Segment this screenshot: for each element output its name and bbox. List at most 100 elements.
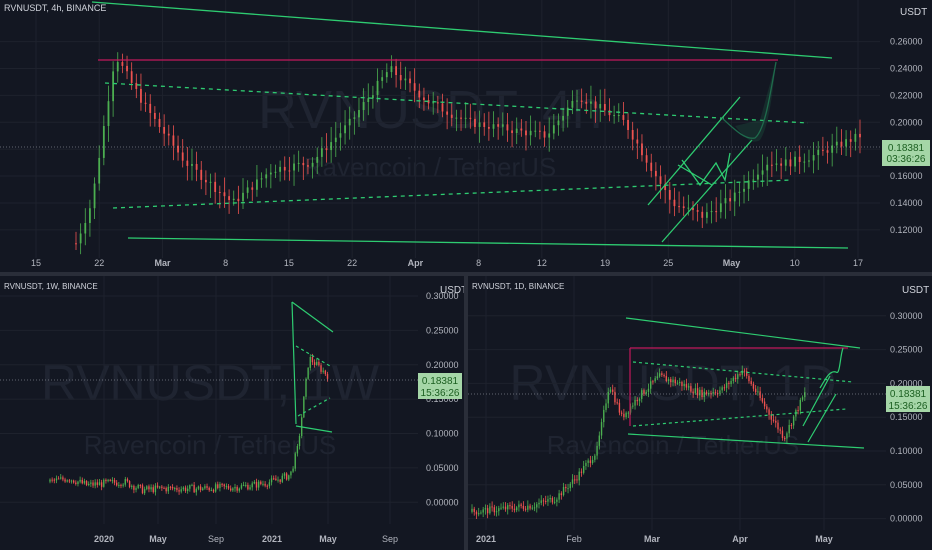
candle-body xyxy=(103,479,105,487)
candle-body xyxy=(627,412,630,414)
candle-body xyxy=(486,508,489,514)
candle-body xyxy=(687,207,690,209)
candle-body xyxy=(524,508,527,510)
svg-text:0.18381: 0.18381 xyxy=(422,376,459,387)
candle-body xyxy=(616,402,618,404)
candle-body xyxy=(673,199,676,207)
candle-body xyxy=(553,501,556,503)
candle-body xyxy=(232,198,235,201)
candle-body xyxy=(251,187,254,190)
chart-1d-svg[interactable]: RVNUSDT, 1D Ravencoin / TetherUS 0.30000… xyxy=(468,276,932,550)
svg-text:03:36:26: 03:36:26 xyxy=(887,154,926,165)
candle-body xyxy=(204,179,207,183)
candle-body xyxy=(681,382,683,387)
candle-body xyxy=(130,71,133,83)
candle-body xyxy=(137,485,139,489)
x-tick-label: Mar xyxy=(154,258,171,268)
x-tick-label: 8 xyxy=(223,258,228,268)
candle-body xyxy=(513,508,516,511)
candle-body xyxy=(567,488,569,490)
candle-body xyxy=(783,438,786,440)
candle-body xyxy=(511,505,513,509)
y-tick-label: 0.22000 xyxy=(890,90,923,100)
candle-body xyxy=(840,141,843,147)
candle-body xyxy=(141,485,144,494)
candle-body xyxy=(571,479,574,484)
candle-body xyxy=(625,412,627,418)
candle-body xyxy=(159,486,161,488)
candle-body xyxy=(594,455,596,460)
candle-body xyxy=(325,148,328,151)
x-tick-label: May xyxy=(815,534,833,544)
trendline-upper[interactable] xyxy=(625,317,861,349)
y-tick-label: 0.12000 xyxy=(890,225,923,235)
svg-text:15:36:26: 15:36:26 xyxy=(421,388,460,399)
x-tick-label: Sep xyxy=(382,534,398,544)
candle-body xyxy=(507,505,509,510)
candle-body xyxy=(178,490,180,492)
candle-body xyxy=(730,380,732,385)
trendline-lower[interactable] xyxy=(127,237,849,249)
candle-body xyxy=(274,171,277,173)
candle-body xyxy=(260,481,262,485)
candle-body xyxy=(641,143,643,156)
watermark-symbol: RVNUSDT, 4h xyxy=(258,80,602,140)
candle-body xyxy=(202,488,204,491)
candle-body xyxy=(547,499,549,502)
candle-body xyxy=(313,362,316,365)
candle-body xyxy=(223,192,226,197)
candle-body xyxy=(634,399,636,406)
candle-body xyxy=(236,487,238,491)
channel-upper[interactable] xyxy=(647,96,741,206)
chart-panel-4h[interactable]: RVNUSDT, 4h Ravencoin / TetherUS 0.26000… xyxy=(0,0,932,272)
chart-1w-svg[interactable]: RVNUSDT, 1W Ravencoin / TetherUS 0.30000… xyxy=(0,276,464,550)
candle-body xyxy=(799,399,802,411)
candle-body xyxy=(515,507,518,511)
flag-top[interactable] xyxy=(291,301,334,333)
candle-body xyxy=(627,119,629,131)
trendline-upper[interactable] xyxy=(91,1,833,59)
candle-body xyxy=(290,471,292,476)
candle-body xyxy=(678,206,680,208)
candle-body xyxy=(766,164,769,171)
candle-body xyxy=(696,388,699,396)
candle-body xyxy=(242,192,244,202)
candle-body xyxy=(143,489,146,494)
y-tick-label: 0.25000 xyxy=(890,345,923,355)
candle-body xyxy=(714,392,717,394)
candle-body xyxy=(176,487,178,491)
candle-body xyxy=(404,78,407,81)
candle-body xyxy=(475,511,478,515)
candle-body xyxy=(659,176,662,184)
candle-body xyxy=(789,159,792,167)
candle-body xyxy=(273,478,275,480)
channel-lower[interactable] xyxy=(661,139,753,243)
candle-body xyxy=(64,479,66,482)
inner-wedge[interactable] xyxy=(681,152,731,187)
candle-body xyxy=(399,75,402,81)
y-tick-label: 0.30000 xyxy=(890,311,923,321)
candle-body xyxy=(534,130,537,132)
candle-body xyxy=(107,479,109,482)
chart-panel-1d[interactable]: RVNUSDT, 1D Ravencoin / TetherUS 0.30000… xyxy=(468,276,932,550)
candle-body xyxy=(161,486,163,488)
y-tick-label: 0.20000 xyxy=(890,117,923,127)
candle-body xyxy=(288,170,291,172)
candle-body xyxy=(144,102,147,104)
candle-body xyxy=(645,155,648,163)
chart-4h-svg[interactable]: RVNUSDT, 4h Ravencoin / TetherUS 0.26000… xyxy=(0,0,932,272)
candle-body xyxy=(557,120,560,126)
candle-body xyxy=(734,377,737,380)
candle-body xyxy=(85,480,88,486)
projection-shadow[interactable] xyxy=(735,62,776,142)
x-tick-label: Feb xyxy=(566,534,582,544)
candle-body xyxy=(636,139,639,144)
candle-body xyxy=(603,104,606,111)
candle-body xyxy=(636,399,638,402)
candle-body xyxy=(603,409,605,423)
chart-panel-1w[interactable]: RVNUSDT, 1W Ravencoin / TetherUS 0.30000… xyxy=(0,276,464,550)
x-tick-label: May xyxy=(723,258,741,268)
candle-body xyxy=(450,114,453,118)
candle-body xyxy=(88,483,90,486)
candle-body xyxy=(556,499,558,502)
